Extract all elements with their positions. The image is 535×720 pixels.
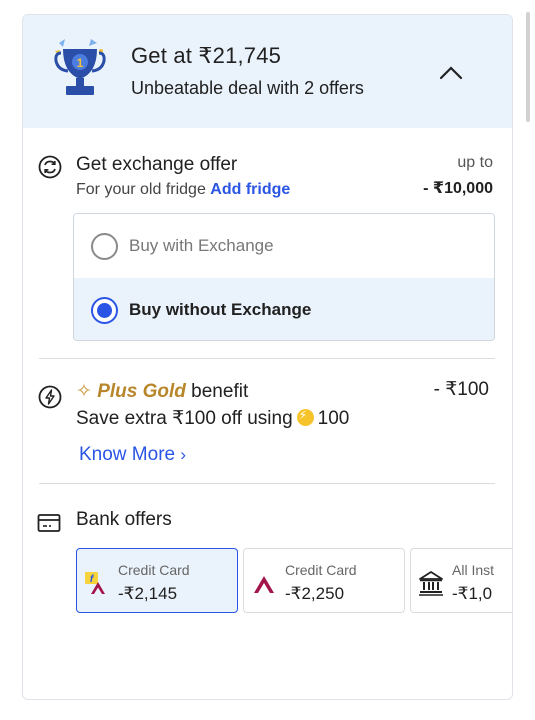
bank-offer-card-1[interactable]: f Credit Card -₹2,145: [76, 548, 238, 613]
exchange-offer-title: Get exchange offer: [76, 154, 238, 175]
know-more-label: Know More: [79, 444, 176, 465]
option-label: Buy with Exchange: [129, 236, 274, 255]
plus-gold-title: ✧ Plus Gold benefit: [76, 380, 248, 403]
plus-diamond-icon: ✧: [76, 381, 92, 402]
option-buy-with-exchange[interactable]: Buy with Exchange: [74, 214, 494, 278]
bank-offer-value: -₹2,250: [285, 584, 345, 603]
chevron-right-icon: ›: [180, 445, 187, 464]
plus-gold-subtitle: Save extra ₹100 off using 100: [76, 407, 349, 430]
bank-offer-label: All Inst: [452, 562, 495, 578]
bank-offer-card-2[interactable]: Credit Card -₹2,250: [243, 548, 405, 613]
plus-gold-subtitle-text: Save extra ₹100 off using: [76, 408, 293, 429]
bank-offer-value: -₹2,145: [118, 584, 178, 603]
flipkart-axis-icon: f: [85, 572, 105, 594]
bank-offer-value: -₹1,0: [452, 584, 493, 603]
deal-subtitle: Unbeatable deal with 2 offers: [131, 78, 364, 98]
plus-gold-amount: - ₹100: [433, 379, 489, 400]
radio-buy-with-exchange[interactable]: [91, 233, 118, 260]
exchange-upto-amount: - ₹10,000: [423, 180, 493, 197]
plus-gold-brand: Plus Gold: [97, 381, 186, 402]
chevron-up-icon[interactable]: [437, 63, 465, 83]
deal-price-title: Get at ₹21,745: [131, 43, 282, 68]
bank-offer-label: Credit Card: [285, 562, 357, 578]
bank-offers-title: Bank offers: [76, 509, 172, 530]
plus-gold-title-suffix: benefit: [191, 381, 249, 402]
trophy-icon: 1: [54, 39, 106, 95]
option-buy-without-exchange[interactable]: Buy without Exchange: [74, 278, 494, 340]
axis-bank-icon: [254, 576, 274, 593]
divider: [39, 483, 495, 484]
bank-offer-card-3[interactable]: All Inst -₹1,0: [410, 548, 512, 613]
bank-offer-label: Credit Card: [118, 562, 190, 578]
radio-buy-without-exchange[interactable]: [91, 297, 118, 324]
exchange-upto-label: up to: [457, 154, 493, 171]
credit-card-icon: [37, 514, 61, 532]
exchange-icon: [38, 155, 62, 179]
svg-text:1: 1: [77, 56, 84, 70]
divider: [39, 358, 495, 359]
exchange-options: Buy with Exchange Buy without Exchange: [73, 213, 495, 341]
page-scrollbar[interactable]: [526, 12, 530, 122]
exchange-subtitle-text: For your old fridge: [76, 181, 206, 198]
supercoin-icon: [296, 408, 314, 426]
bank-building-icon: [419, 571, 443, 596]
offers-header[interactable]: 1 Get at ₹21,745 Unbeatable deal with 2 …: [23, 15, 512, 128]
offers-card: 1 Get at ₹21,745 Unbeatable deal with 2 …: [22, 14, 513, 700]
know-more-link[interactable]: Know More ›: [79, 444, 186, 466]
add-fridge-link[interactable]: Add fridge: [210, 181, 290, 198]
exchange-offer-subtitle: For your old fridge Add fridge: [76, 181, 290, 199]
supercoin-value: 100: [317, 408, 350, 429]
lightning-offer-icon: [38, 385, 62, 409]
option-label: Buy without Exchange: [129, 300, 312, 319]
